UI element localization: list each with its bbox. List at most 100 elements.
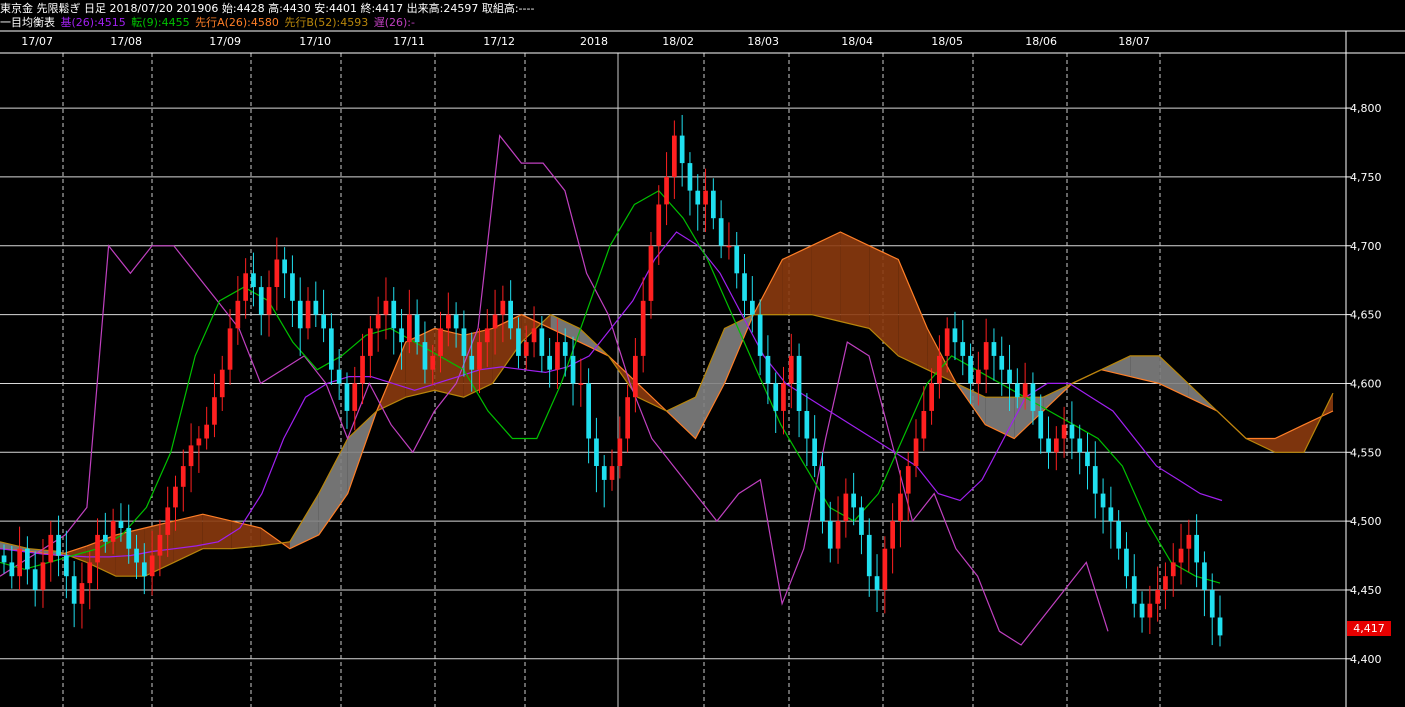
candle bbox=[711, 178, 716, 230]
candle bbox=[1131, 554, 1137, 618]
candle-body bbox=[695, 190, 701, 205]
candle-body bbox=[523, 342, 529, 356]
candle-body bbox=[773, 383, 779, 411]
candle-body bbox=[1092, 466, 1098, 494]
candle-body bbox=[1061, 424, 1067, 439]
candle-body bbox=[703, 190, 708, 205]
candle bbox=[95, 518, 100, 590]
kumo-cloud bbox=[0, 231, 1334, 577]
candle bbox=[687, 152, 693, 216]
candle-body bbox=[313, 300, 319, 315]
cloud-segment-bear bbox=[1130, 355, 1160, 384]
candle-body bbox=[212, 397, 217, 425]
candle-body bbox=[898, 493, 903, 522]
candle-body bbox=[399, 328, 404, 343]
candle bbox=[804, 393, 810, 467]
last-price-tag: 4,417 bbox=[1347, 621, 1391, 636]
candle-body bbox=[305, 300, 311, 329]
cloud-segment-bull bbox=[1275, 424, 1304, 453]
candle-body bbox=[1030, 383, 1036, 411]
x-tick-label: 18/07 bbox=[1118, 35, 1150, 48]
candle-body bbox=[1108, 507, 1114, 522]
candle-body bbox=[820, 466, 825, 522]
candle-body bbox=[757, 314, 763, 356]
candle-body bbox=[890, 521, 895, 549]
candle bbox=[282, 247, 287, 299]
candle-body bbox=[874, 576, 880, 590]
candle bbox=[243, 258, 248, 319]
candle-body bbox=[64, 555, 69, 577]
candle-body bbox=[633, 355, 638, 398]
candle bbox=[827, 501, 833, 563]
x-tick-label: 18/03 bbox=[747, 35, 779, 48]
candle bbox=[750, 276, 755, 333]
x-tick-label: 18/06 bbox=[1025, 35, 1057, 48]
candle bbox=[1186, 519, 1192, 573]
candle-body bbox=[539, 328, 545, 356]
candle-body bbox=[547, 355, 552, 370]
candle-body bbox=[1194, 534, 1199, 563]
candle-body bbox=[750, 300, 755, 315]
candle bbox=[1217, 595, 1223, 647]
candle bbox=[1209, 573, 1215, 646]
candles bbox=[1, 114, 1223, 647]
candle-body bbox=[461, 328, 467, 356]
candle-body bbox=[835, 521, 841, 549]
candle-body bbox=[290, 273, 295, 301]
candle-body bbox=[1170, 562, 1176, 577]
candle bbox=[726, 222, 732, 260]
candle-body bbox=[48, 534, 54, 563]
candle-body bbox=[781, 383, 786, 411]
candle-body bbox=[344, 383, 350, 411]
candle-body bbox=[562, 342, 568, 356]
candle bbox=[672, 120, 677, 199]
candle-body bbox=[173, 486, 178, 508]
candle bbox=[79, 562, 85, 629]
candle-body bbox=[1124, 548, 1129, 577]
candle-body bbox=[1163, 576, 1168, 590]
candle bbox=[1202, 551, 1207, 617]
candle-body bbox=[976, 369, 981, 384]
candle-body bbox=[851, 493, 856, 508]
candle-body bbox=[905, 466, 911, 494]
candle-body bbox=[687, 163, 693, 191]
candle-body bbox=[243, 273, 248, 301]
candle bbox=[1163, 562, 1168, 610]
y-tick-label: 4,650 bbox=[1350, 309, 1382, 322]
candle-body bbox=[219, 369, 225, 398]
candle bbox=[866, 518, 872, 597]
candle-body bbox=[937, 355, 942, 384]
candle bbox=[219, 355, 225, 411]
candle-body bbox=[188, 445, 194, 467]
candle-body bbox=[952, 328, 958, 343]
candle bbox=[835, 496, 841, 564]
candle-body bbox=[882, 548, 888, 590]
candle-body bbox=[656, 204, 662, 246]
candle-body bbox=[609, 466, 615, 480]
candle-body bbox=[578, 383, 584, 385]
candle bbox=[851, 472, 856, 526]
candle bbox=[32, 551, 38, 607]
candle bbox=[812, 415, 817, 478]
candle-body bbox=[258, 287, 264, 315]
candle-body bbox=[1209, 590, 1215, 618]
ichimoku-chart[interactable]: 4,400 4,450 4,500 4,550 4,600 4,650 4,700 4,750… bbox=[0, 0, 1405, 707]
candle bbox=[859, 496, 864, 555]
candle-body bbox=[375, 314, 381, 329]
candle-body bbox=[1100, 493, 1106, 508]
y-tick-label: 4,550 bbox=[1350, 446, 1382, 459]
candle bbox=[843, 478, 849, 538]
y-tick-label: 4,800 bbox=[1350, 102, 1382, 115]
candle-body bbox=[79, 583, 85, 604]
candle bbox=[1116, 510, 1121, 560]
candle-body bbox=[866, 534, 872, 577]
candle bbox=[48, 521, 54, 582]
candle bbox=[64, 530, 69, 599]
candle-body bbox=[134, 548, 139, 563]
candle bbox=[648, 231, 654, 319]
candle bbox=[368, 315, 373, 378]
candle-body bbox=[500, 300, 506, 315]
candle-body bbox=[329, 328, 334, 370]
candle-body bbox=[103, 534, 108, 542]
candle-body bbox=[1007, 369, 1012, 384]
